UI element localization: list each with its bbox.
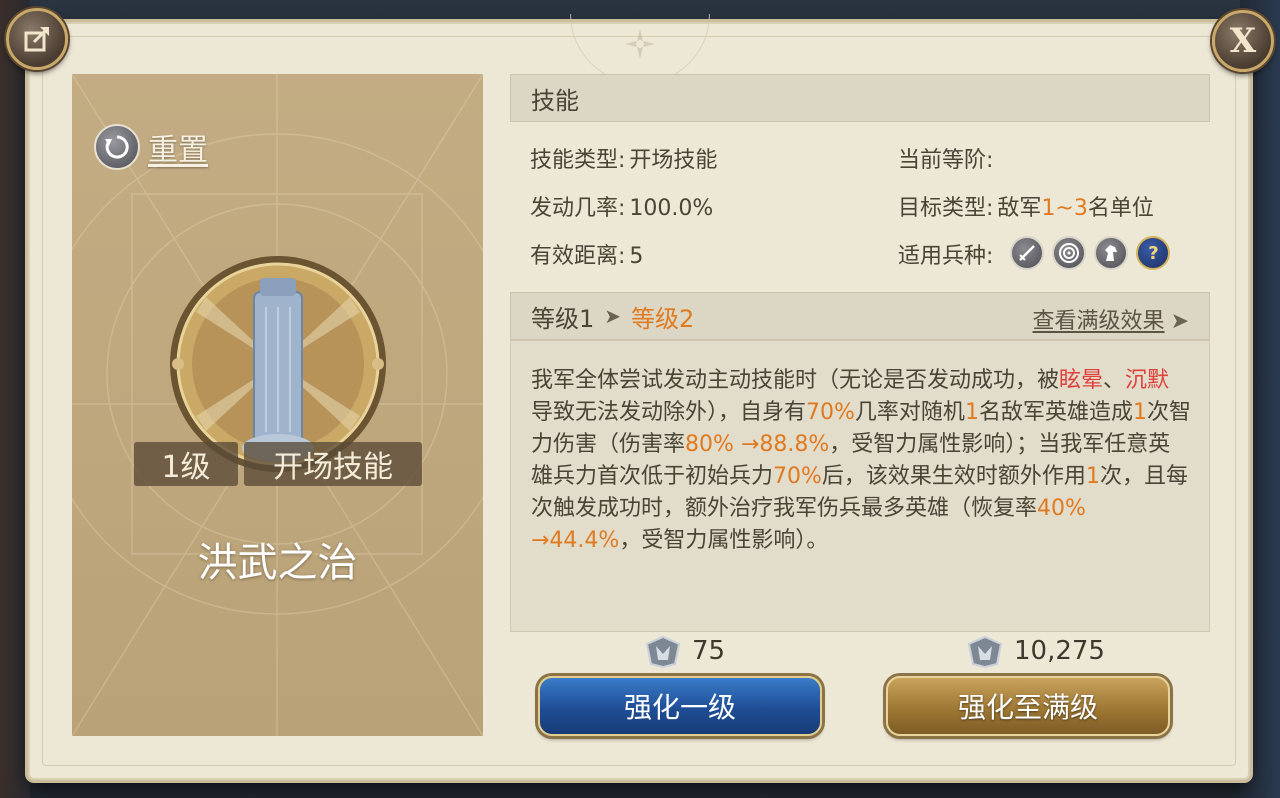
upgrade-one-level-button[interactable]: 强化一级 [538,676,822,736]
status-silence: 沉默 [1125,368,1170,393]
next-level: 等级2 [631,304,695,333]
cost-max-level: 10,275 [966,634,1105,668]
target-range: 1~3 [1041,196,1088,221]
stat-current-tier: 当前等阶: [898,148,994,173]
skill-dialog: 重置 1级 开场技能 洪武之治 技能 技能类型: 开场技能 当前等阶: 发动几率… [28,14,1250,780]
skill-section-header: 技能 [510,74,1210,122]
skill-type-tag: 开场技能 [244,442,422,486]
question-icon[interactable]: ? [1136,236,1171,270]
target-icon[interactable] [1052,236,1087,270]
stat-effective-range: 有效距离: 5 [530,244,644,269]
skill-description: 我军全体尝试发动主动技能时（无论是否发动成功，被眩晕、沉默导致无法发动除外），自… [531,368,1191,553]
level-section-header: 等级1 ➤ 等级2 查看满级效果 ➤ [510,292,1210,340]
reset-icon [94,124,140,170]
upgrade-max-level-button[interactable]: 强化至满级 [886,676,1170,736]
chevron-right-icon: ➤ [1170,309,1189,334]
horse-icon[interactable] [1094,236,1129,270]
sword-icon[interactable] [1010,236,1045,270]
close-icon: X [1229,21,1257,61]
close-button[interactable]: X [1212,10,1274,72]
stat-target-type: 目标类型: 敌军1~3名单位 [898,196,1154,221]
view-max-effect-link[interactable]: 查看满级效果 ➤ [1033,303,1189,335]
skill-name: 洪武之治 [197,540,358,586]
cost-one-level: 75 [644,634,725,668]
skill-book-icon [645,635,681,668]
stat-skill-type: 技能类型: 开场技能 [530,148,718,173]
stat-trigger-chance: 发动几率: 100.0% [530,196,714,221]
background-left [0,0,30,798]
section-title: 技能 [531,86,579,115]
skill-level-tag: 1级 [134,442,238,486]
stat-unit-types: 适用兵种: ? [898,236,1171,274]
share-button[interactable] [6,8,68,70]
share-icon [24,26,50,52]
unit-type-icons: ? [1010,236,1171,270]
skill-description-box: 我军全体尝试发动主动技能时（无论是否发动成功，被眩晕、沉默导致无法发动除外），自… [510,340,1210,632]
skill-book-icon [967,635,1003,668]
status-dizzy: 眩晕 [1059,368,1104,393]
reset-label: 重置 [148,133,208,168]
compass-icon [625,29,655,59]
arrow-right-icon: ➤ [604,304,622,328]
cost-one-value: 75 [692,636,726,666]
skill-preview-panel: 重置 1级 开场技能 洪武之治 [72,74,483,736]
cost-max-value: 10,275 [1014,636,1105,666]
current-level: 等级1 [531,304,595,333]
reset-button[interactable]: 重置 [94,124,208,170]
